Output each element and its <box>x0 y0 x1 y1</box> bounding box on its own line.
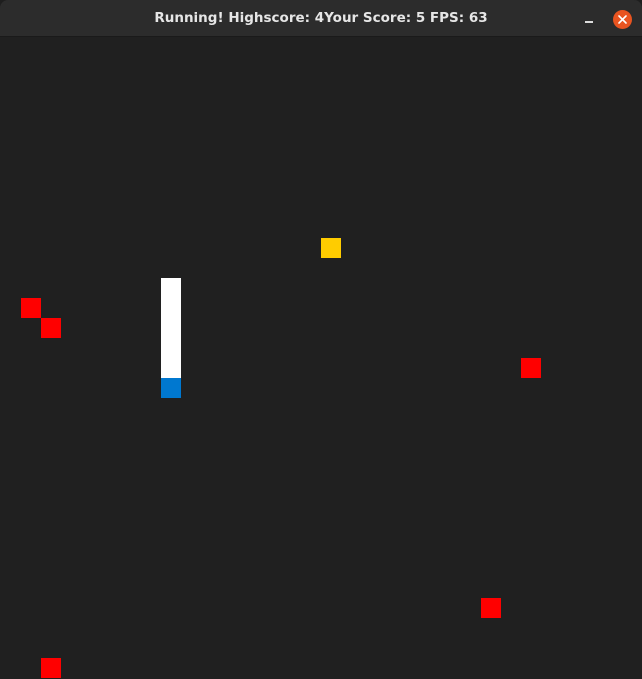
minimize-button[interactable] <box>578 8 600 30</box>
game-board[interactable] <box>1 37 641 679</box>
snake-body <box>161 278 181 378</box>
game-window: Running! Highscore: 4Your Score: 5 FPS: … <box>0 0 642 679</box>
obstacle-block <box>21 298 41 318</box>
obstacle-block <box>521 358 541 378</box>
snake-head <box>161 378 181 398</box>
title-bar[interactable]: Running! Highscore: 4Your Score: 5 FPS: … <box>0 0 642 37</box>
close-button[interactable] <box>613 10 632 29</box>
obstacle-block <box>41 318 61 338</box>
window-title: Running! Highscore: 4Your Score: 5 FPS: … <box>154 10 488 26</box>
close-icon <box>618 15 627 24</box>
obstacle-block <box>481 598 501 618</box>
obstacle-block <box>41 658 61 678</box>
food-block <box>321 238 341 258</box>
